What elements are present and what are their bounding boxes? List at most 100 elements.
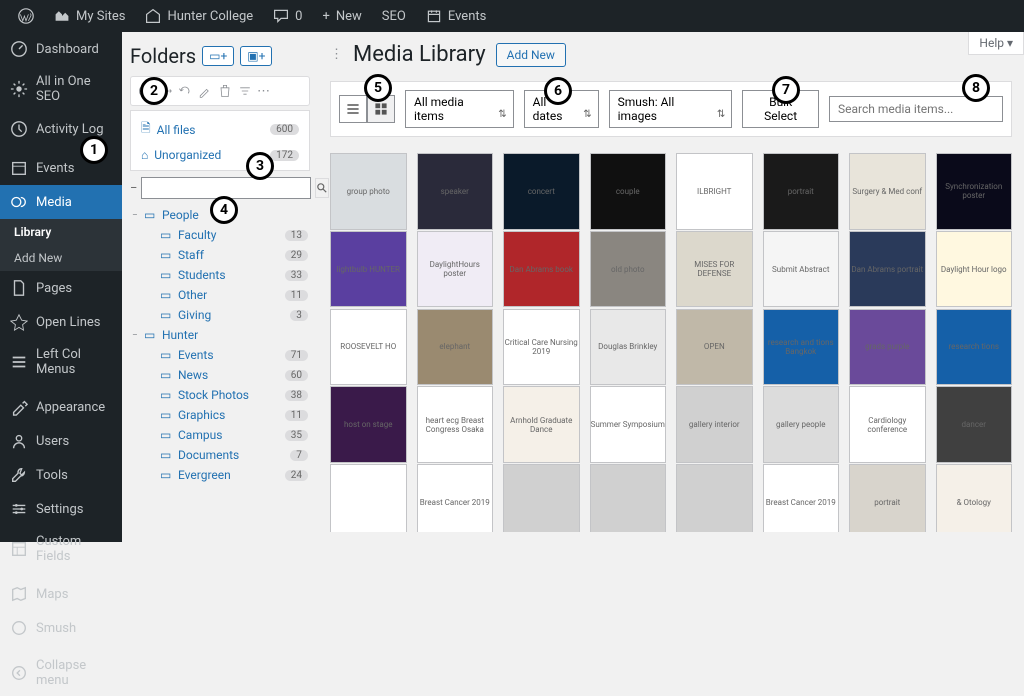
filter-type-select[interactable]: All media items (405, 90, 514, 128)
sidebar-activity-log[interactable]: Activity Log (0, 112, 122, 146)
folder-child[interactable]: ▭Evergreen24 (130, 465, 310, 485)
media-search-input[interactable] (829, 96, 1003, 122)
media-thumbnail[interactable]: Dan Abrams book (503, 231, 580, 308)
media-thumbnail[interactable]: OPEN (676, 309, 753, 386)
media-thumbnail[interactable]: MISES FOR DEFENSE (676, 231, 753, 308)
target-icon[interactable] (137, 83, 153, 99)
media-thumbnail[interactable] (330, 464, 407, 532)
add-new-button[interactable]: Add New (496, 43, 566, 67)
sidebar-events[interactable]: Events (0, 151, 122, 185)
undo-icon[interactable] (177, 83, 193, 99)
media-thumbnail[interactable]: couple (590, 153, 667, 230)
media-thumbnail[interactable]: Critical Care Nursing 2019 (503, 309, 580, 386)
sidebar-settings[interactable]: Settings (0, 492, 122, 526)
media-thumbnail[interactable]: DaylightHours poster (417, 231, 494, 308)
media-thumbnail[interactable]: speaker (417, 153, 494, 230)
sidebar-aioseo[interactable]: All in One SEO (0, 66, 122, 112)
help-tab[interactable]: Help ▾ (968, 32, 1024, 55)
media-thumbnail[interactable]: Dan Abrams portrait (849, 231, 926, 308)
media-thumbnail[interactable]: gallery people (763, 386, 840, 463)
media-thumbnail[interactable]: ROOSEVELT HO (330, 309, 407, 386)
wp-logo[interactable] (8, 0, 44, 32)
media-thumbnail[interactable]: old photo (590, 231, 667, 308)
media-thumbnail[interactable]: Arnhold Graduate Dance (503, 386, 580, 463)
submenu-library[interactable]: Library (0, 219, 122, 245)
delete-icon[interactable] (217, 83, 233, 99)
media-thumbnail[interactable]: ILBRIGHT (676, 153, 753, 230)
folder-child[interactable]: ▭Graphics11 (130, 405, 310, 425)
comments[interactable]: 0 (263, 0, 312, 32)
media-thumbnail[interactable]: dancer (936, 386, 1013, 463)
seo-menu[interactable]: SEO (372, 0, 416, 32)
folder-child[interactable]: ▭Stock Photos38 (130, 385, 310, 405)
move-icon[interactable] (157, 83, 173, 99)
media-thumbnail[interactable]: Surgery & Med conf (849, 153, 926, 230)
media-thumbnail[interactable]: portrait (763, 153, 840, 230)
folder-child[interactable]: ▭Events71 (130, 345, 310, 365)
sidebar-collapse[interactable]: Collapse menu (0, 650, 122, 696)
media-thumbnail[interactable]: concert (503, 153, 580, 230)
media-thumbnail[interactable]: host on stage (330, 386, 407, 463)
sidebar-appearance[interactable]: Appearance (0, 390, 122, 424)
my-sites[interactable]: My Sites (44, 0, 135, 32)
bulk-select-button[interactable]: Bulk Select (742, 90, 819, 128)
sort-icon[interactable] (237, 83, 253, 99)
collapse-tree-icon[interactable]: − (130, 181, 137, 196)
list-view-button[interactable] (339, 95, 367, 123)
media-thumbnail[interactable] (676, 464, 753, 532)
drag-handle-icon[interactable]: ⋮ (330, 47, 343, 62)
media-thumbnail[interactable]: Summer Symposium (590, 386, 667, 463)
folder-child[interactable]: ▭Students33 (130, 265, 310, 285)
toggle-icon[interactable]: − (132, 210, 144, 221)
sidebar-tools[interactable]: Tools (0, 458, 122, 492)
folder-child[interactable]: ▭Giving3 (130, 305, 310, 325)
media-thumbnail[interactable]: Douglas Brinkley (590, 309, 667, 386)
sidebar-custom-fields[interactable]: Custom Fields (0, 526, 122, 572)
sidebar-maps[interactable]: Maps (0, 577, 122, 611)
media-thumbnail[interactable]: Breast Cancer 2019 (763, 464, 840, 532)
folder-node[interactable]: −▭People (130, 205, 310, 225)
media-thumbnail[interactable]: Synchronization poster (936, 153, 1013, 230)
media-thumbnail[interactable] (590, 464, 667, 532)
filter-smush-select[interactable]: Smush: All images (609, 90, 733, 128)
sidebar-openlines[interactable]: Open Lines (0, 305, 122, 339)
sidebar-smush[interactable]: Smush (0, 611, 122, 645)
media-thumbnail[interactable]: group photo (330, 153, 407, 230)
new-content[interactable]: +New (312, 0, 371, 32)
media-thumbnail[interactable]: Submit Abstract (763, 231, 840, 308)
new-subfolder-button[interactable]: ▣+ (240, 46, 272, 66)
folder-child[interactable]: ▭Faculty13 (130, 225, 310, 245)
media-thumbnail[interactable]: heart ecg Breast Congress Osaka (417, 386, 494, 463)
submenu-add-new[interactable]: Add New (0, 245, 122, 271)
media-thumbnail[interactable]: elephant (417, 309, 494, 386)
sidebar-media[interactable]: Media (0, 185, 122, 219)
folder-node[interactable]: −▭Hunter (130, 325, 310, 345)
folder-child[interactable]: ▭Campus35 (130, 425, 310, 445)
folder-search-input[interactable] (141, 177, 311, 199)
site-name[interactable]: Hunter College (135, 0, 263, 32)
folder-child[interactable]: ▭Staff29 (130, 245, 310, 265)
media-thumbnail[interactable]: & Otology (936, 464, 1013, 532)
folder-child[interactable]: ▭Documents7 (130, 445, 310, 465)
sidebar-users[interactable]: Users (0, 424, 122, 458)
folder-child[interactable]: ▭News60 (130, 365, 310, 385)
new-folder-button[interactable]: ▭+ (202, 46, 234, 66)
toggle-icon[interactable]: − (132, 330, 144, 341)
media-thumbnail[interactable]: grads purple (849, 309, 926, 386)
all-files[interactable]: 🗎 All files 600 (135, 115, 305, 144)
folder-child[interactable]: ▭Other11 (130, 285, 310, 305)
media-thumbnail[interactable]: Cardiology conference (849, 386, 926, 463)
media-thumbnail[interactable]: research and tions Bangkok (763, 309, 840, 386)
filter-date-select[interactable]: All dates (524, 90, 599, 128)
media-thumbnail[interactable]: lightbulb HUNTER (330, 231, 407, 308)
grid-view-button[interactable] (367, 95, 395, 123)
media-thumbnail[interactable]: gallery interior (676, 386, 753, 463)
media-thumbnail[interactable] (503, 464, 580, 532)
more-icon[interactable]: ⋯ (257, 84, 270, 99)
media-thumbnail[interactable]: Daylight Hour logo (936, 231, 1013, 308)
unorganized[interactable]: ⌂ Unorganized 172 (135, 144, 305, 166)
media-thumbnail[interactable]: portrait (849, 464, 926, 532)
sidebar-dashboard[interactable]: Dashboard (0, 32, 122, 66)
sidebar-pages[interactable]: Pages (0, 271, 122, 305)
media-thumbnail[interactable]: Breast Cancer 2019 (417, 464, 494, 532)
